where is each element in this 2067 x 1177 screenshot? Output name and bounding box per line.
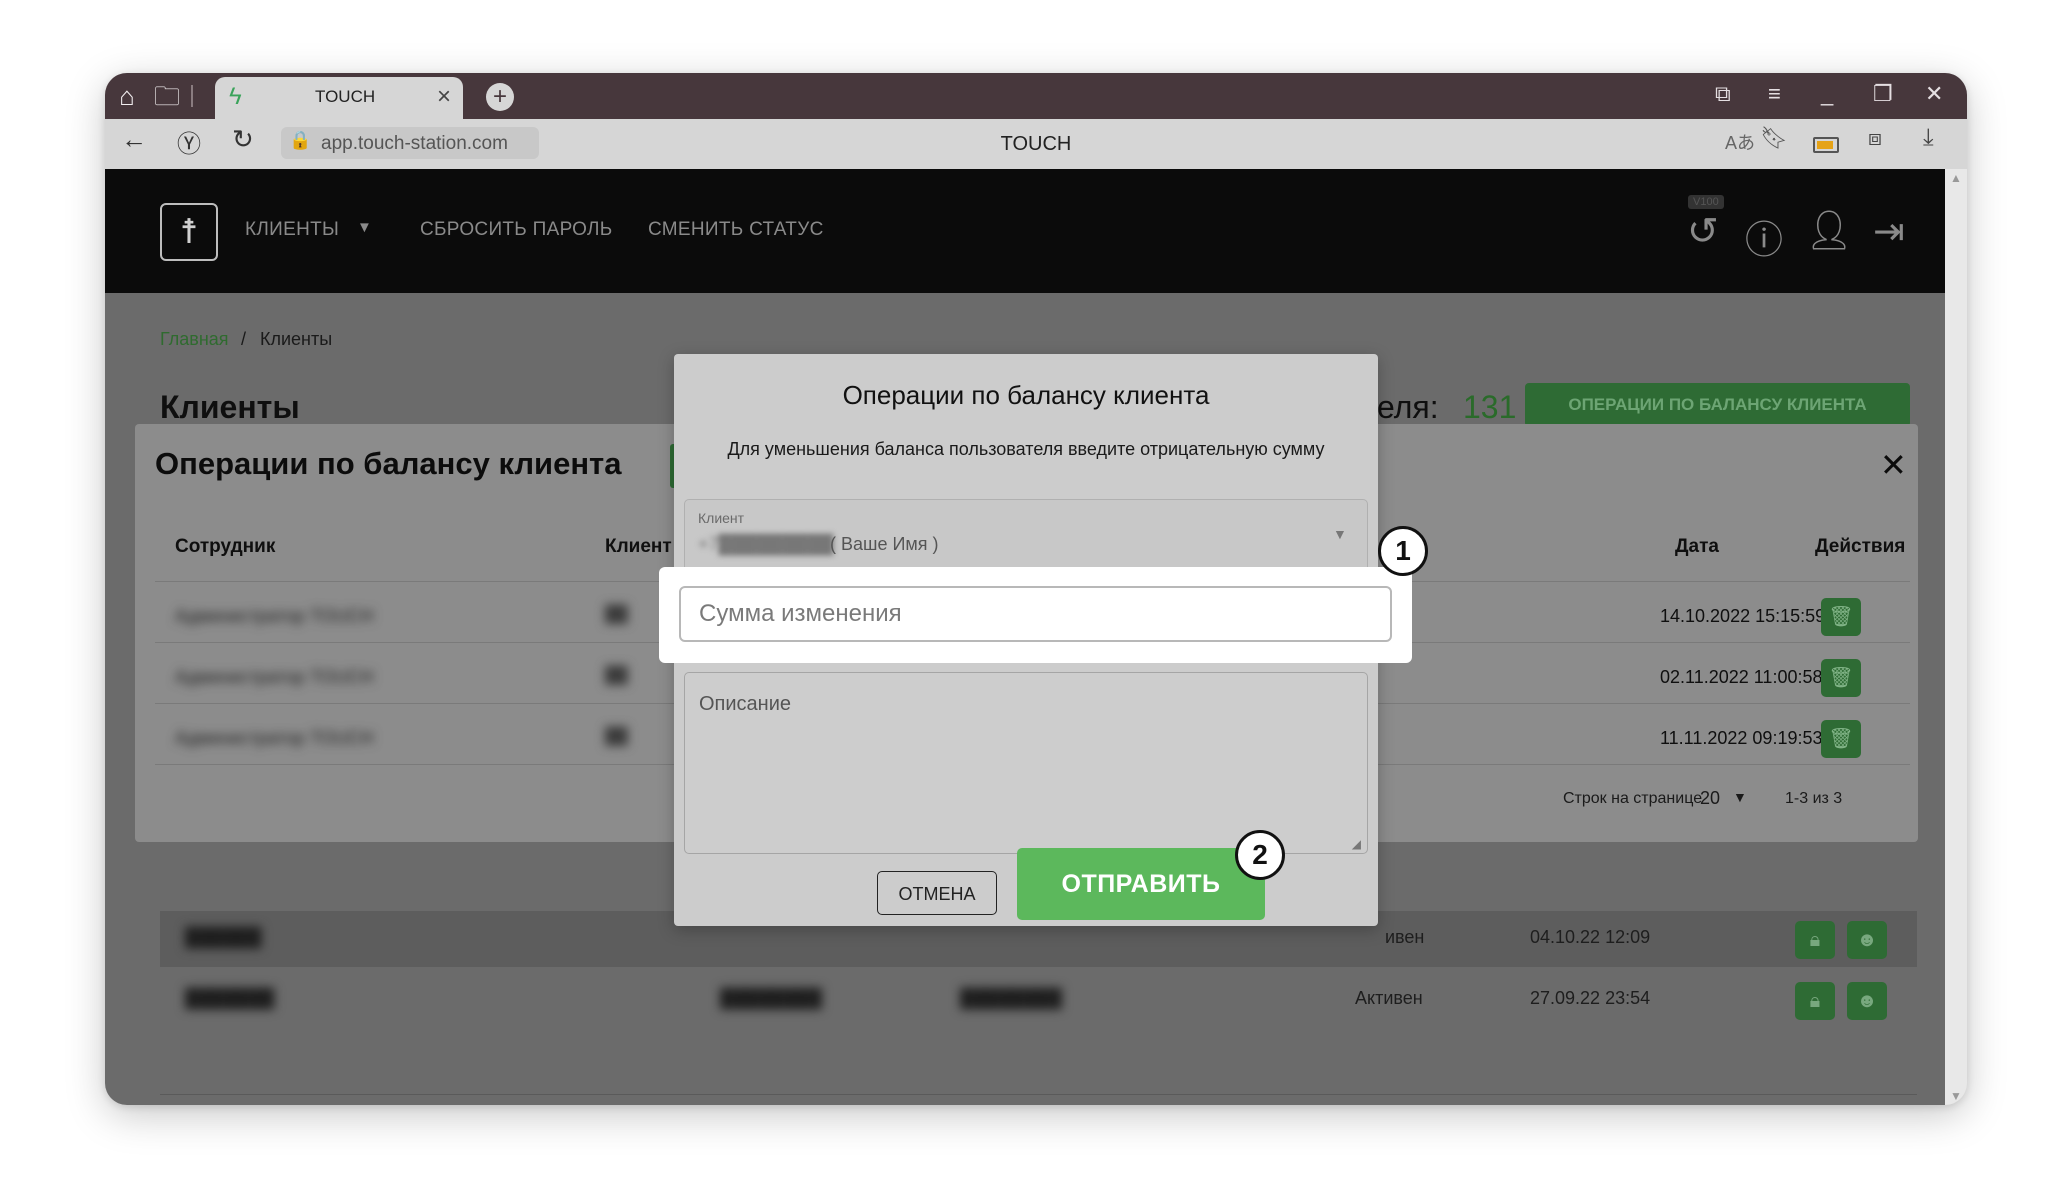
chevron-down-icon[interactable]: ▼ [357,219,372,236]
page-heading: TOUCH [1000,133,1072,155]
step-marker-1: 1 [1378,526,1428,576]
row-date: 04.10.22 12:09 [1530,927,1651,947]
blurred-client: ██ [605,728,628,745]
dialog-title: Операции по балансу клиента [842,380,1210,410]
modal-title: Операции по балансу клиента [155,446,622,481]
bookmarks-icon[interactable]: ⧉ [1715,81,1731,107]
divider [160,1094,1917,1095]
description-field[interactable]: Описание ◢ [684,672,1368,854]
step-marker-2: 2 [1235,830,1285,880]
rows-per-page-select[interactable]: 20 [1700,788,1720,809]
lock-icon[interactable]: 🔒︎ [1795,982,1835,1020]
lock-icon[interactable]: 🔒︎ [1795,921,1835,959]
blurred-phone: +7█████████ [698,534,834,554]
client-select[interactable]: Клиент +7█████████ ( Ваше Имя ) ▼ [684,499,1368,571]
employee-name: Администратор TOUCH [175,606,374,626]
blurred-client: ██ [605,667,628,684]
download-icon[interactable]: ⤓ [1923,124,1934,152]
trash-icon[interactable]: 🗑︎ [1821,659,1861,697]
pagination-range: 1-3 из 3 [1785,790,1843,807]
column-client[interactable]: Клиент [605,536,672,558]
breadcrumb-current: Клиенты [260,329,333,349]
row-date: 14.10.2022 15:15:59 [1660,606,1826,626]
breadcrumb-home[interactable]: Главная [160,329,229,350]
trash-icon[interactable]: 🗑︎ [1821,598,1861,636]
row-status: ивен [1385,927,1425,947]
rows-per-page-label: Строк на странице [1563,790,1703,807]
history-icon[interactable]: ↺ [1687,209,1719,254]
app-navbar: ☨ КЛИЕНТЫ ▼ СБРОСИТЬ ПАРОЛЬ СМЕНИТЬ СТАТ… [105,169,1945,293]
resize-grip-icon[interactable]: ◢ [1352,837,1361,851]
column-actions: Действия [1815,536,1906,557]
close-icon[interactable]: ✕ [1880,446,1907,484]
blurred-client: ██ [605,606,628,623]
help-icon[interactable]: ⓘ [1745,209,1783,264]
tab-title: TOUCH [315,87,376,106]
count-value: 131 [1463,389,1517,425]
blurred-name: ██████ [185,927,262,947]
translate-icon[interactable]: Aあ [1725,129,1755,155]
tab-bar: ⌂ 🗀 ϟ TOUCH × + ⧉ ≡ _ ❐ ✕ [105,73,1967,119]
menu-icon[interactable]: ≡ [1768,81,1781,107]
close-window-icon[interactable]: ✕ [1925,81,1943,107]
trash-icon[interactable]: 🗑︎ [1821,720,1861,758]
bolt-icon: ϟ [229,83,242,110]
client-label: Клиент [698,510,745,526]
chevron-down-icon[interactable]: ▼ [1333,526,1347,542]
bookmark-icon[interactable]: 🔖︎ [1760,125,1788,151]
dialog-hint: Для уменьшения баланса пользователя введ… [727,439,1325,459]
blurred-phone: ████████ [720,988,823,1008]
column-date[interactable]: Дата [1675,536,1719,558]
row-status: Активен [1355,988,1423,1008]
column-employee[interactable]: Сотрудник [175,536,275,558]
scroll-up-icon[interactable]: ▲ [1950,171,1962,185]
nav-reset-password[interactable]: СБРОСИТЬ ПАРОЛЬ [420,219,613,241]
version-badge: V100 [1688,195,1724,209]
new-tab-button[interactable]: + [486,83,514,111]
amount-highlight [659,567,1412,663]
folder-icon[interactable]: 🗀 [145,73,189,119]
address-bar: ← Ⓨ ↻ 🔒 app.touch-station.com TOUCH Aあ 🔖… [105,119,1967,169]
restore-icon[interactable]: ❐ [1873,81,1893,107]
row-date: 02.11.2022 11:00:58 [1660,667,1823,687]
extensions-icon[interactable]: ⧈ [1868,125,1882,151]
tab-touch[interactable]: ϟ TOUCH × [215,77,463,119]
amount-input[interactable] [679,586,1392,642]
cancel-button[interactable]: ОТМЕНА [877,871,997,915]
logout-icon[interactable]: ⇥ [1873,209,1905,254]
minimize-icon[interactable]: _ [1821,81,1833,107]
user-icon[interactable]: 👤︎ [1805,209,1853,253]
scrollbar[interactable]: ▲ ▼ [1945,169,1967,1105]
balance-operations-button[interactable]: ОПЕРАЦИИ ПО БАЛАНСУ КЛИЕНТА [1525,383,1910,427]
breadcrumb-separator: / [241,329,247,349]
blurred-name: ███████ [185,988,275,1008]
description-placeholder: Описание [699,693,792,715]
face-icon[interactable]: ☻ [1847,921,1887,959]
tab-divider [191,85,193,107]
face-icon[interactable]: ☻ [1847,982,1887,1020]
close-tab-icon[interactable]: × [437,83,451,111]
home-icon[interactable]: ⌂ [105,73,149,119]
chevron-down-icon[interactable]: ▼ [1733,789,1747,805]
client-value: ( Ваше Имя ) [830,534,939,554]
submit-button[interactable]: ОТПРАВИТЬ [1017,848,1265,920]
employee-name: Администратор TOUCH [175,728,374,748]
row-date: 11.11.2022 09:19:53 [1660,728,1823,748]
nav-clients[interactable]: КЛИЕНТЫ [245,219,339,241]
scroll-down-icon[interactable]: ▼ [1950,1089,1962,1103]
row-date: 27.09.22 23:54 [1530,988,1651,1008]
page-title: Клиенты [160,389,300,425]
battery-icon[interactable] [1813,137,1839,153]
blurred-email: ████████ [960,988,1063,1008]
employee-name: Администратор TOUCH [175,667,374,687]
count-label: еля: [1377,389,1439,425]
nav-change-status[interactable]: СМЕНИТЬ СТАТУС [648,219,824,241]
accessibility-logo-icon[interactable]: ☨ [160,203,218,261]
